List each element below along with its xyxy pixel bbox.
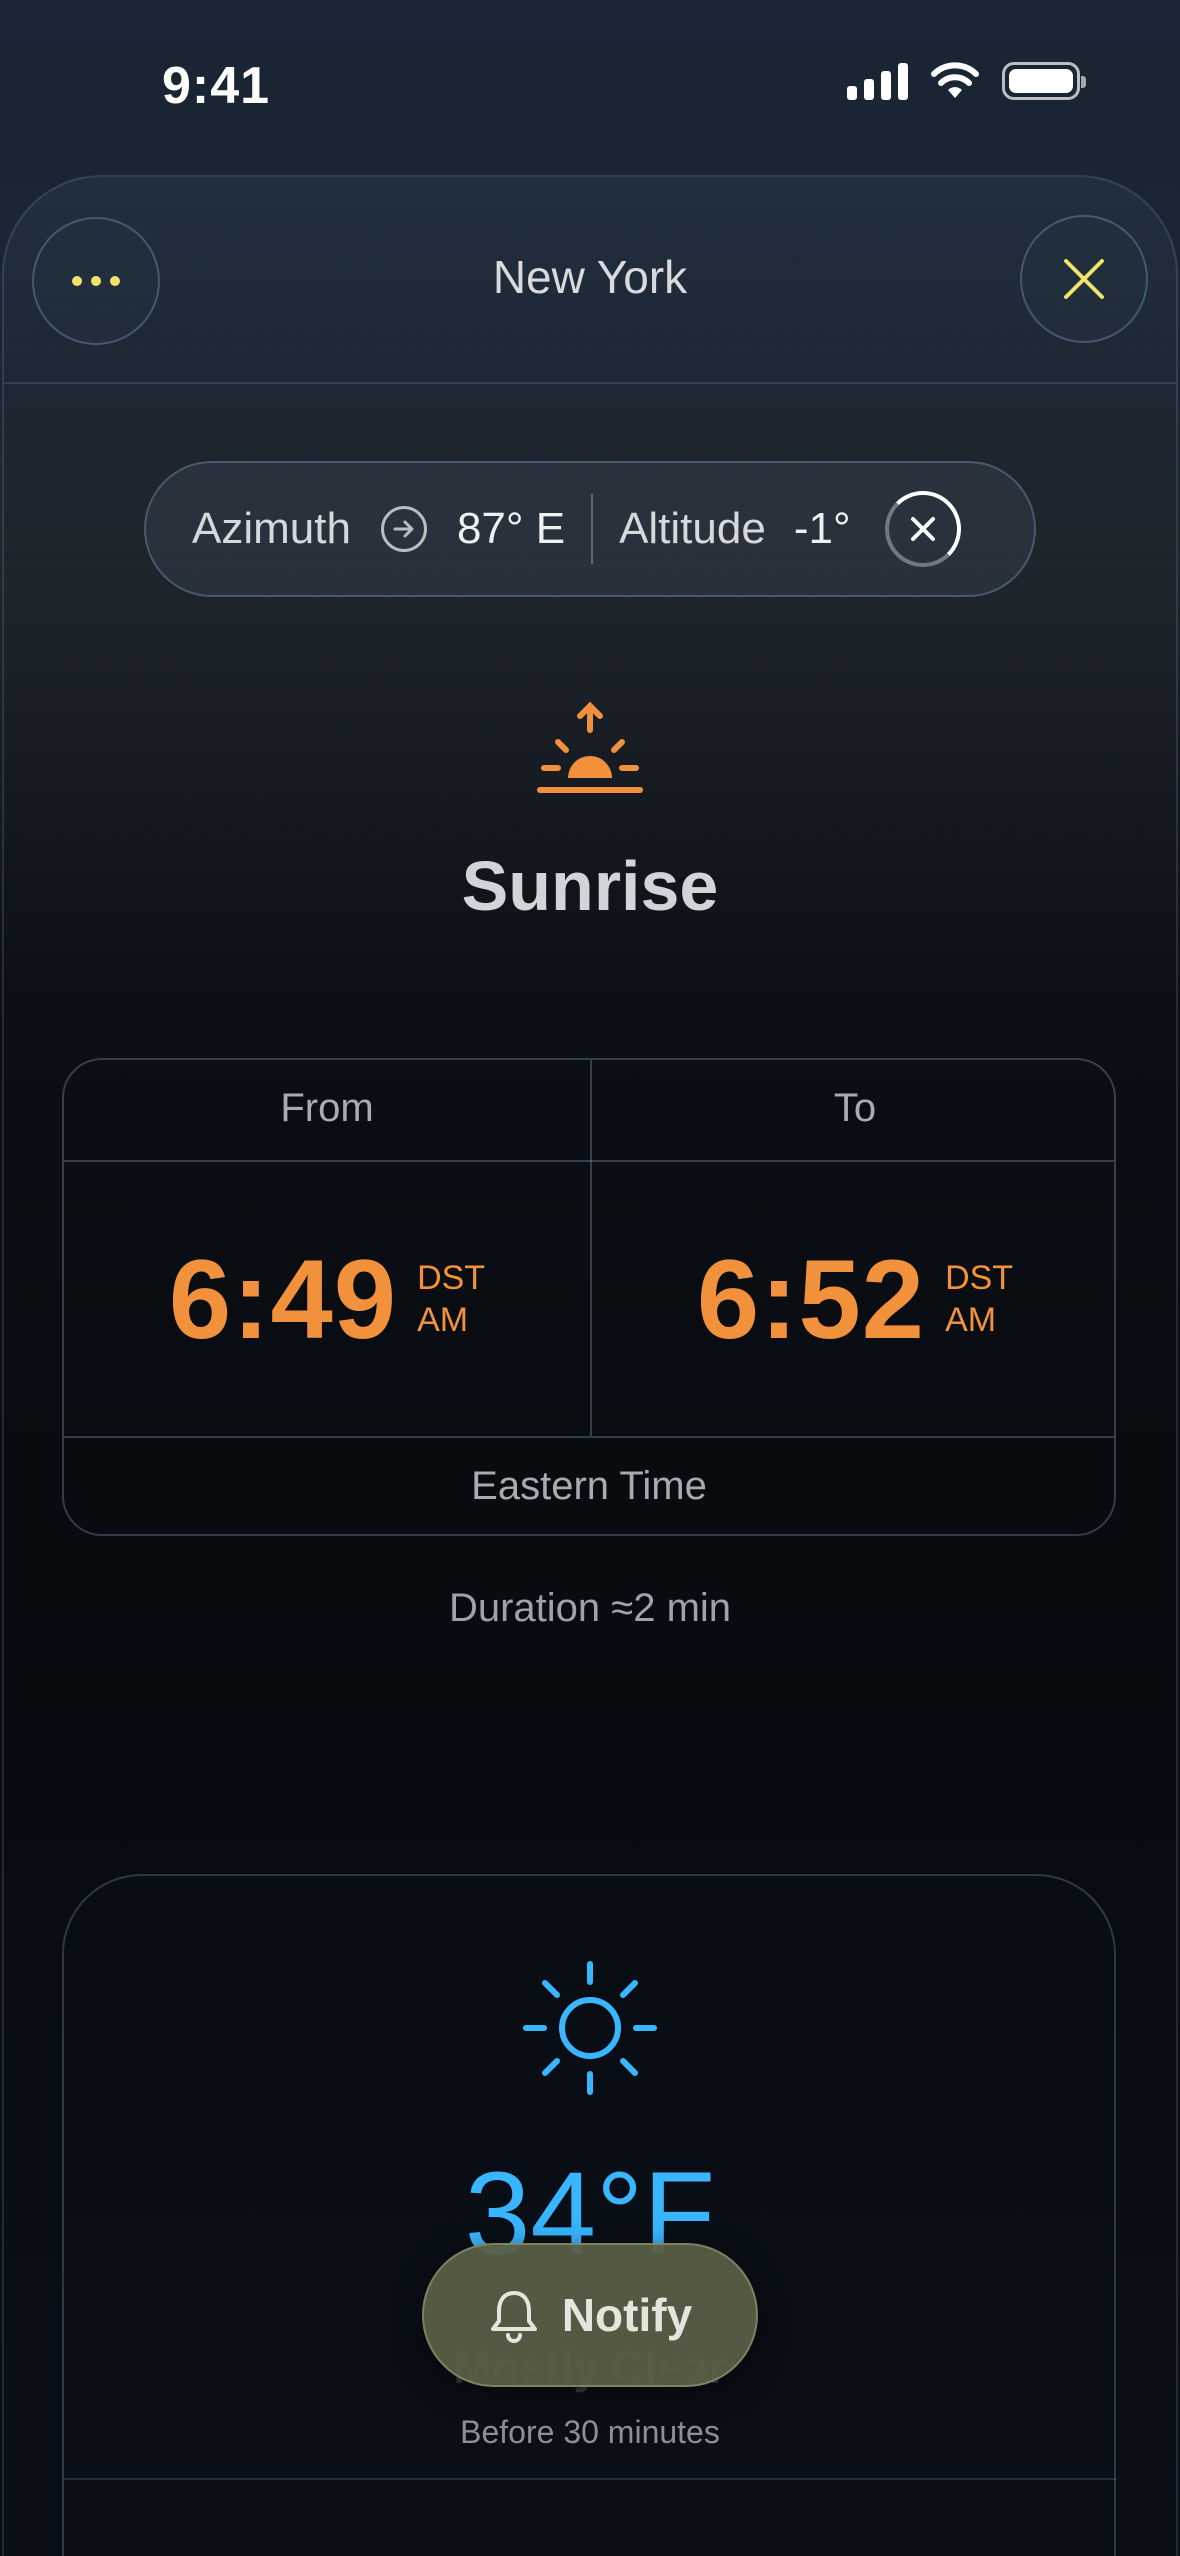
status-time: 9:41	[162, 57, 271, 115]
cellular-signal-icon	[847, 62, 908, 100]
weather-divider	[64, 2478, 1116, 2480]
from-label: From	[280, 1086, 374, 1130]
battery-icon	[1002, 62, 1086, 100]
duration-label: Duration ≈2 min	[448, 1586, 732, 1630]
pill-separator	[591, 494, 594, 564]
status-icons	[847, 62, 1086, 100]
clear-icon	[910, 517, 935, 541]
azimuth-value: 87° E	[456, 504, 566, 553]
clear-button[interactable]	[884, 491, 961, 567]
sunrise-icon	[537, 701, 643, 793]
altitude-label: Altitude	[619, 504, 766, 553]
timezone-label: Eastern Time	[471, 1464, 707, 1508]
sun-icon	[523, 1961, 657, 2095]
bell-icon	[490, 2291, 537, 2343]
to-zone: DST	[945, 1259, 1014, 1297]
to-time: 6:52	[696, 1236, 926, 1362]
weather-timing: Before 30 minutes	[460, 2414, 720, 2450]
notify-button[interactable]: Notify	[422, 2243, 758, 2387]
from-period: AM	[417, 1301, 469, 1339]
close-button[interactable]	[1020, 215, 1148, 343]
arrow-right-circle-icon	[380, 506, 427, 552]
close-icon	[1064, 259, 1104, 299]
wifi-icon	[931, 62, 979, 98]
from-time-cell: 6:49 DST AM	[64, 1162, 590, 1436]
to-period: AM	[945, 1301, 997, 1339]
from-time: 6:49	[168, 1236, 398, 1362]
notify-label: Notify	[561, 2289, 693, 2341]
from-zone: DST	[417, 1259, 486, 1297]
location-title: New York	[492, 251, 688, 303]
altitude-value: -1°	[793, 504, 851, 553]
position-pill: Azimuth 87° E Altitude -1°	[144, 461, 1036, 597]
time-table: From To 6:49 DST AM 6:52 DST AM Eastern …	[62, 1058, 1116, 1536]
to-label: To	[833, 1086, 877, 1130]
to-time-cell: 6:52 DST AM	[592, 1162, 1114, 1436]
header-divider	[4, 382, 1176, 384]
event-title: Sunrise	[461, 847, 719, 925]
azimuth-label: Azimuth	[192, 504, 351, 553]
